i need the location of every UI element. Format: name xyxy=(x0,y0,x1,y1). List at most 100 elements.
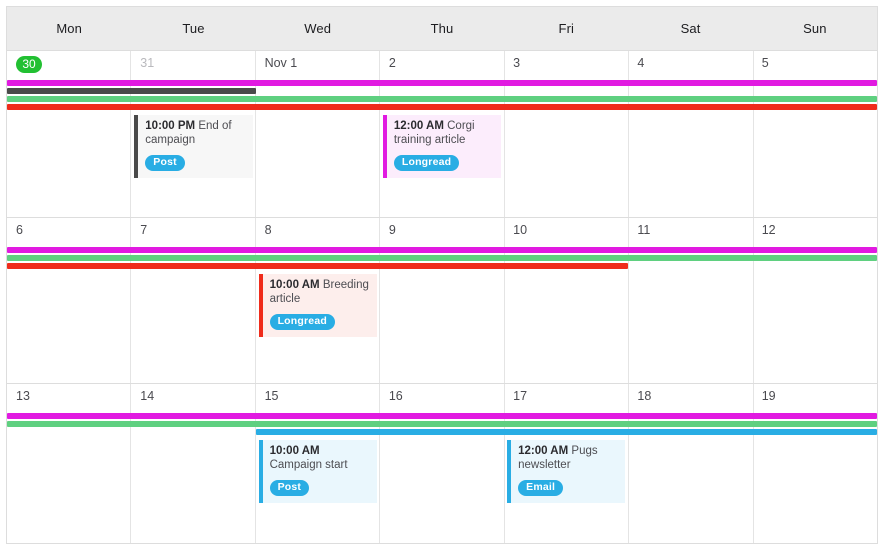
event-type-badge[interactable]: Longread xyxy=(393,155,460,171)
day-number-label: 9 xyxy=(388,223,396,237)
event-slot xyxy=(131,440,255,503)
day-number-cell[interactable]: 11 xyxy=(628,218,752,244)
day-number-row: 6 7 8 9 10 11 12 xyxy=(7,218,877,244)
event-type-badge[interactable]: Post xyxy=(269,480,310,496)
day-number-cell[interactable]: 6 xyxy=(7,218,131,244)
event-slot xyxy=(7,440,131,503)
day-number-cell[interactable]: 3 xyxy=(504,51,628,77)
event-chip-row: 10:00 AM Breeding article Longread xyxy=(7,274,877,337)
day-of-week-label: Tue xyxy=(182,21,205,36)
day-number-label: 2 xyxy=(388,56,396,70)
event-slot xyxy=(504,115,628,178)
day-number-row: 30 31 Nov 1 2 3 4 5 xyxy=(7,51,877,77)
calendar-event[interactable]: 12:00 AM Pugs newsletter Email xyxy=(507,440,626,503)
spanning-bar-row xyxy=(7,247,877,255)
day-number-cell[interactable]: 7 xyxy=(131,218,255,244)
day-of-week-thu[interactable]: Thu xyxy=(380,7,504,50)
event-slot xyxy=(628,115,752,178)
event-title: 10:00 AM Breeding article xyxy=(270,279,371,306)
event-slot xyxy=(628,274,752,337)
day-of-week-sat[interactable]: Sat xyxy=(628,7,752,50)
event-slot xyxy=(380,274,504,337)
day-number-cell[interactable]: 15 xyxy=(256,384,380,410)
day-number-label: 11 xyxy=(637,223,651,237)
event-type-badge[interactable]: Longread xyxy=(269,314,335,330)
spanning-event-bars xyxy=(7,244,877,271)
spanning-event-bar[interactable] xyxy=(7,104,877,110)
event-slot xyxy=(753,440,877,503)
event-slot xyxy=(7,115,131,178)
event-slot xyxy=(256,115,380,178)
day-of-week-fri[interactable]: Fri xyxy=(504,7,628,50)
day-of-week-label: Sat xyxy=(680,21,701,36)
day-number-cell[interactable]: 4 xyxy=(628,51,752,77)
day-number-label: 5 xyxy=(761,56,769,70)
day-number-cell[interactable]: 9 xyxy=(380,218,504,244)
calendar-week-rows: 30 31 Nov 1 2 3 4 5 10:00 PM End of campaign Pos… xyxy=(6,50,878,544)
spanning-bar-row xyxy=(7,263,877,271)
day-number-row: 13 14 15 16 17 18 19 xyxy=(7,384,877,410)
day-number-cell[interactable]: 12 xyxy=(753,218,877,244)
day-number-cell[interactable]: 13 xyxy=(7,384,131,410)
day-number-label: 18 xyxy=(637,389,652,403)
event-slot xyxy=(753,274,877,337)
day-number-label: 19 xyxy=(761,389,776,403)
spanning-bar-row xyxy=(7,255,877,263)
day-number-cell[interactable]: 5 xyxy=(753,51,877,77)
day-of-week-wed[interactable]: Wed xyxy=(256,7,380,50)
event-slot: 12:00 AM Pugs newsletter Email xyxy=(504,440,628,503)
day-number-label: 31 xyxy=(140,56,155,70)
calendar-event[interactable]: 12:00 AM Corgi training article Longread xyxy=(382,115,502,178)
day-number-cell[interactable]: 30 xyxy=(7,51,131,77)
day-number-cell[interactable]: 16 xyxy=(380,384,504,410)
calendar-week-row: 30 31 Nov 1 2 3 4 5 10:00 PM End of campaign Pos… xyxy=(7,51,877,218)
spanning-event-bars xyxy=(7,410,877,437)
event-name: Campaign start xyxy=(269,458,348,471)
event-type-badge[interactable]: Email xyxy=(518,480,564,496)
day-number-cell[interactable]: 8 xyxy=(256,218,380,244)
spanning-bar-row xyxy=(7,413,877,421)
spanning-event-bar[interactable] xyxy=(7,88,256,94)
event-slot: 12:00 AM Corgi training article Longread xyxy=(380,115,504,178)
event-type-badge[interactable]: Post xyxy=(145,155,185,171)
day-number-cell[interactable]: 17 xyxy=(504,384,628,410)
day-number-label: 10 xyxy=(513,223,528,237)
day-of-week-sun[interactable]: Sun xyxy=(753,7,877,50)
spanning-event-bar[interactable] xyxy=(7,80,877,86)
spanning-event-bar[interactable] xyxy=(7,263,629,269)
day-number-cell[interactable]: 31 xyxy=(131,51,255,77)
event-slot: 10:00 PM End of campaign Post xyxy=(131,115,255,178)
event-slot xyxy=(131,274,255,337)
calendar-event[interactable]: 10:00 PM End of campaign Post xyxy=(134,115,253,178)
day-of-week-tue[interactable]: Tue xyxy=(131,7,255,50)
day-number-label: 7 xyxy=(140,223,148,237)
day-number-label: 6 xyxy=(16,223,23,237)
day-number-label: 8 xyxy=(264,223,272,237)
day-number-label: Nov 1 xyxy=(264,56,298,70)
day-number-cell[interactable]: 14 xyxy=(131,384,255,410)
spanning-event-bar[interactable] xyxy=(255,429,877,435)
event-slot xyxy=(7,274,131,337)
spanning-event-bar[interactable] xyxy=(7,247,877,253)
spanning-bar-row xyxy=(7,421,877,429)
day-number-cell[interactable]: 10 xyxy=(504,218,628,244)
day-of-week-mon[interactable]: Mon xyxy=(7,7,131,50)
calendar-event[interactable]: 10:00 AM Campaign start Post xyxy=(258,440,377,503)
day-number-cell[interactable]: 19 xyxy=(753,384,877,410)
day-number-label: 17 xyxy=(513,389,528,403)
event-slot: 10:00 AM Campaign start Post xyxy=(256,440,380,503)
day-number-cell[interactable]: Nov 1 xyxy=(256,51,380,77)
event-slot xyxy=(628,440,752,503)
spanning-event-bar[interactable] xyxy=(7,421,877,427)
calendar-event[interactable]: 10:00 AM Breeding article Longread xyxy=(258,274,377,337)
spanning-event-bar[interactable] xyxy=(7,413,877,419)
spanning-bar-row xyxy=(7,96,877,104)
spanning-event-bars xyxy=(7,77,877,112)
day-number-cell[interactable]: 2 xyxy=(380,51,504,77)
event-title: 10:00 PM End of campaign xyxy=(145,120,246,147)
spanning-event-bar[interactable] xyxy=(7,96,877,102)
day-number-label: 3 xyxy=(513,56,521,70)
day-of-week-label: Wed xyxy=(304,21,332,36)
spanning-event-bar[interactable] xyxy=(7,255,877,261)
day-number-cell[interactable]: 18 xyxy=(628,384,752,410)
